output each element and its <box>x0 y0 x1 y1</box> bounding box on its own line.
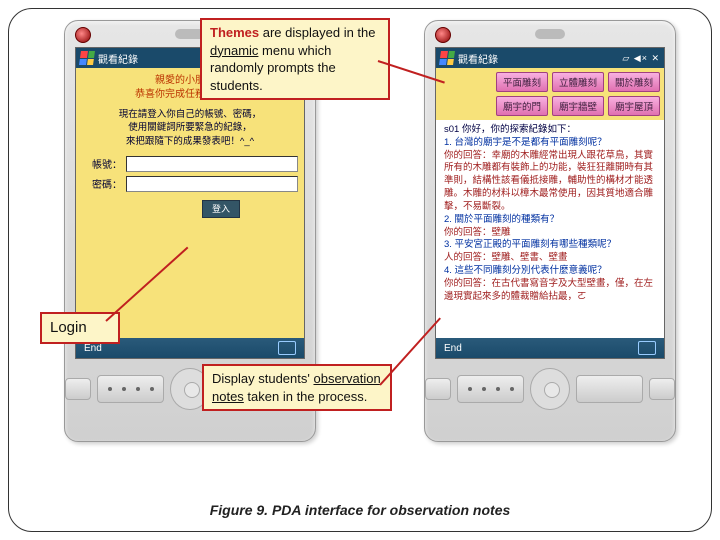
tab-temple-door[interactable]: 廟宇的門 <box>496 96 548 116</box>
note-answer: 你的回答：壁雕 <box>444 227 656 240</box>
note-question: 2. 關於平面雕刻的種類有？ <box>444 214 656 227</box>
keyboard-icon[interactable] <box>638 341 656 355</box>
note-question: 4. 這些不同雕刻分別代表什麼意義呢？ <box>444 265 656 278</box>
taskbar-title: 觀看紀錄 <box>98 51 138 66</box>
theme-tabs-row1: 平面雕刻 立體雕刻 關於雕刻 <box>436 68 664 96</box>
notes-lead: s01 你好，你的探索紀錄如下： <box>444 124 656 137</box>
camera-lens-icon <box>435 27 451 43</box>
softkey-end[interactable]: End <box>444 343 462 354</box>
tab-temple-roof[interactable]: 廟宇屋頂 <box>608 96 660 116</box>
pda-device-notes: 觀看紀錄 ▱ ◀× ✕ 平面雕刻 立體雕刻 關於雕刻 廟宇的門 廟宇牆壁 廟宇屋… <box>424 20 676 442</box>
theme-tabs-row2: 廟宇的門 廟宇牆壁 廟宇屋頂 <box>436 96 664 120</box>
callout-text: Display students' <box>212 371 313 386</box>
pda-top-bezel <box>425 21 675 47</box>
hardware-buttons <box>425 359 675 419</box>
tab-3d-carving[interactable]: 立體雕刻 <box>552 72 604 92</box>
taskbar: 觀看紀錄 ▱ ◀× ✕ <box>436 48 664 68</box>
ok-button[interactable] <box>576 375 643 403</box>
call-button[interactable] <box>65 378 91 400</box>
password-input[interactable] <box>126 176 298 192</box>
instruction-text: 現在請登入你自己的帳號、密碼， 使用關鍵詞所要緊急的紀錄， 來把跟隨下的成果發表… <box>82 108 298 148</box>
windows-flag-icon[interactable] <box>79 51 95 65</box>
menu-button[interactable] <box>97 375 164 403</box>
end-call-button[interactable] <box>649 378 675 400</box>
menu-button[interactable] <box>457 375 524 403</box>
observation-notes[interactable]: s01 你好，你的探索紀錄如下： 1. 台灣的廟宇是不是都有平面雕刻呢？ 你的回… <box>440 120 660 334</box>
tab-flat-carving[interactable]: 平面雕刻 <box>496 72 548 92</box>
callout-text: Login <box>50 319 87 336</box>
instruction-line: 來把跟隨下的成果發表吧！^_^ <box>82 135 298 148</box>
taskbar-title: 觀看紀錄 <box>458 51 498 66</box>
callout-observation: Display students' observation notes take… <box>202 364 392 411</box>
keyboard-icon[interactable] <box>278 341 296 355</box>
brand-logo <box>535 29 565 39</box>
camera-lens-icon <box>75 27 91 43</box>
pda-screen: 觀看紀錄 ▱ ◀× ✕ 平面雕刻 立體雕刻 關於雕刻 廟宇的門 廟宇牆壁 廟宇屋… <box>435 47 665 359</box>
note-answer: 你的回答：在古代書寫音字及大型壁畫，僅，在左邊現實起來多的體裁贈給拈最，ㄛ <box>444 278 656 304</box>
note-question: 3. 平安宮正殿的平面雕刻有哪些種類呢？ <box>444 239 656 252</box>
callout-text: are displayed in the <box>259 25 375 40</box>
instruction-line: 現在請登入你自己的帳號、密碼， <box>82 108 298 121</box>
username-input[interactable] <box>126 156 298 172</box>
callout-themes: Themes are displayed in the dynamic menu… <box>200 18 390 100</box>
system-tray-icons[interactable]: ▱ ◀× ✕ <box>622 53 660 64</box>
figure-caption: Figure 9. PDA interface for observation … <box>0 502 720 518</box>
dpad[interactable] <box>530 368 569 410</box>
callout-text: taken in the process. <box>244 389 368 404</box>
username-row: 帳號： <box>82 156 298 172</box>
tab-about-carving[interactable]: 關於雕刻 <box>608 72 660 92</box>
call-button[interactable] <box>425 378 451 400</box>
instruction-line: 使用關鍵詞所要緊急的紀錄， <box>82 121 298 134</box>
callout-keyword: Themes <box>210 25 259 40</box>
note-question: 1. 台灣的廟宇是不是都有平面雕刻呢？ <box>444 137 656 150</box>
password-row: 密碼： <box>82 176 298 192</box>
callout-underline: dynamic <box>210 43 258 58</box>
login-button[interactable]: 登入 <box>202 200 240 218</box>
password-label: 密碼： <box>82 176 126 191</box>
softkey-bar: End <box>436 338 664 358</box>
note-answer: 人的回答：壁雕、壁書、壁畫 <box>444 252 656 265</box>
login-panel: 親愛的小朋友～ 恭喜你完成任務的探索！ 現在請登入你自己的帳號、密碼， 使用關鍵… <box>76 68 304 350</box>
username-label: 帳號： <box>82 156 126 171</box>
tab-temple-wall[interactable]: 廟宇牆壁 <box>552 96 604 116</box>
note-answer: 你的回答：幸廟的木雕經常出現人跟花草鳥，其實所有的木雕都有裝飾上的功能，裝狂狂離… <box>444 150 656 214</box>
notes-panel: 平面雕刻 立體雕刻 關於雕刻 廟宇的門 廟宇牆壁 廟宇屋頂 s01 你好，你的探… <box>436 68 664 338</box>
windows-flag-icon[interactable] <box>439 51 455 65</box>
